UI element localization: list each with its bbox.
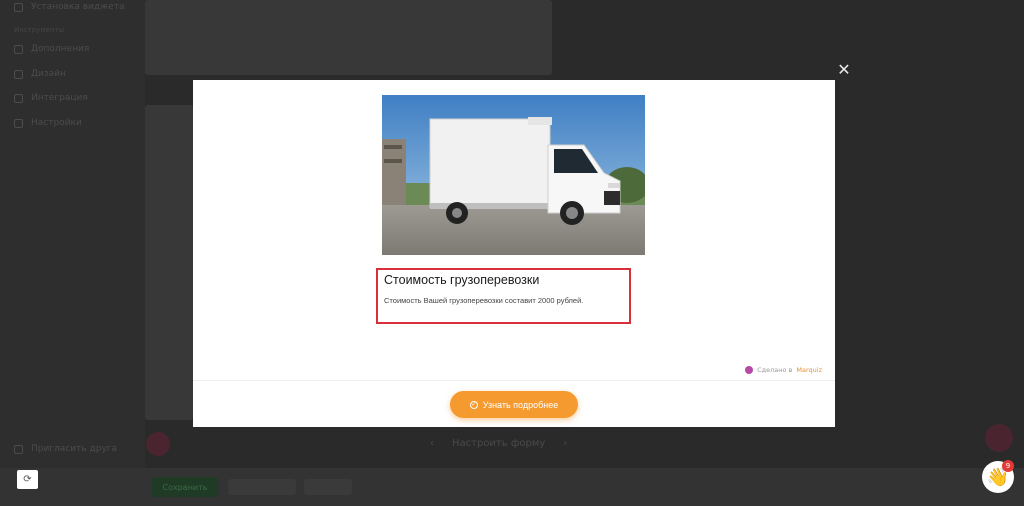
modal-divider — [193, 380, 835, 381]
truck-photo — [382, 95, 645, 255]
link-icon — [14, 93, 23, 103]
background-tertiary-button[interactable] — [304, 479, 352, 495]
sidebar-item-design[interactable]: Дизайн — [14, 69, 66, 79]
brush-icon — [14, 69, 23, 79]
sidebar-item-integration[interactable]: Интеграция — [14, 93, 88, 103]
background-nav: ‹ Настроить форму › — [430, 438, 568, 449]
background-help-button[interactable] — [985, 424, 1013, 452]
background-secondary-button[interactable] — [228, 479, 296, 495]
sidebar-section-label: Инструменты — [14, 26, 65, 34]
background-card-top — [145, 0, 552, 75]
check-circle-icon: ✓ — [469, 400, 478, 409]
chevron-left-icon[interactable]: ‹ — [430, 438, 434, 449]
background-save-button[interactable]: Сохранить — [152, 477, 218, 497]
sidebar-item-addons[interactable]: Дополнения — [14, 44, 89, 54]
sidebar-item-invite[interactable]: Пригласить друга — [14, 444, 117, 454]
background-add-button[interactable] — [146, 432, 170, 456]
heart-icon — [14, 444, 23, 454]
background-sidebar: Установка виджета Инструменты Дополнения… — [0, 0, 145, 506]
chevron-right-icon[interactable]: › — [563, 438, 567, 449]
background-card-left — [145, 105, 193, 420]
refresh-button[interactable]: ⟳ — [17, 470, 38, 489]
result-title: Стоимость грузоперевозки — [384, 273, 540, 287]
marquiz-logo-icon — [745, 366, 754, 374]
result-description: Стоимость Вашей грузоперевозки составит … — [384, 296, 584, 305]
puzzle-icon — [14, 44, 23, 54]
result-highlight-box: Стоимость грузоперевозки Стоимость Вашей… — [376, 268, 631, 324]
result-modal: Стоимость грузоперевозки Стоимость Вашей… — [193, 80, 835, 427]
sidebar-item-settings[interactable]: Настройки — [14, 118, 82, 128]
sidebar-item-install[interactable]: Установка виджета — [14, 2, 124, 12]
modal-close-button[interactable]: ✕ — [836, 62, 852, 78]
learn-more-button[interactable]: ✓ Узнать подробнее — [450, 391, 578, 418]
code-icon — [14, 2, 23, 12]
made-in-badge[interactable]: Сделано в Marquiz — [745, 366, 822, 374]
gear-icon — [14, 118, 23, 128]
chat-notification-badge: 9 — [1002, 460, 1014, 472]
